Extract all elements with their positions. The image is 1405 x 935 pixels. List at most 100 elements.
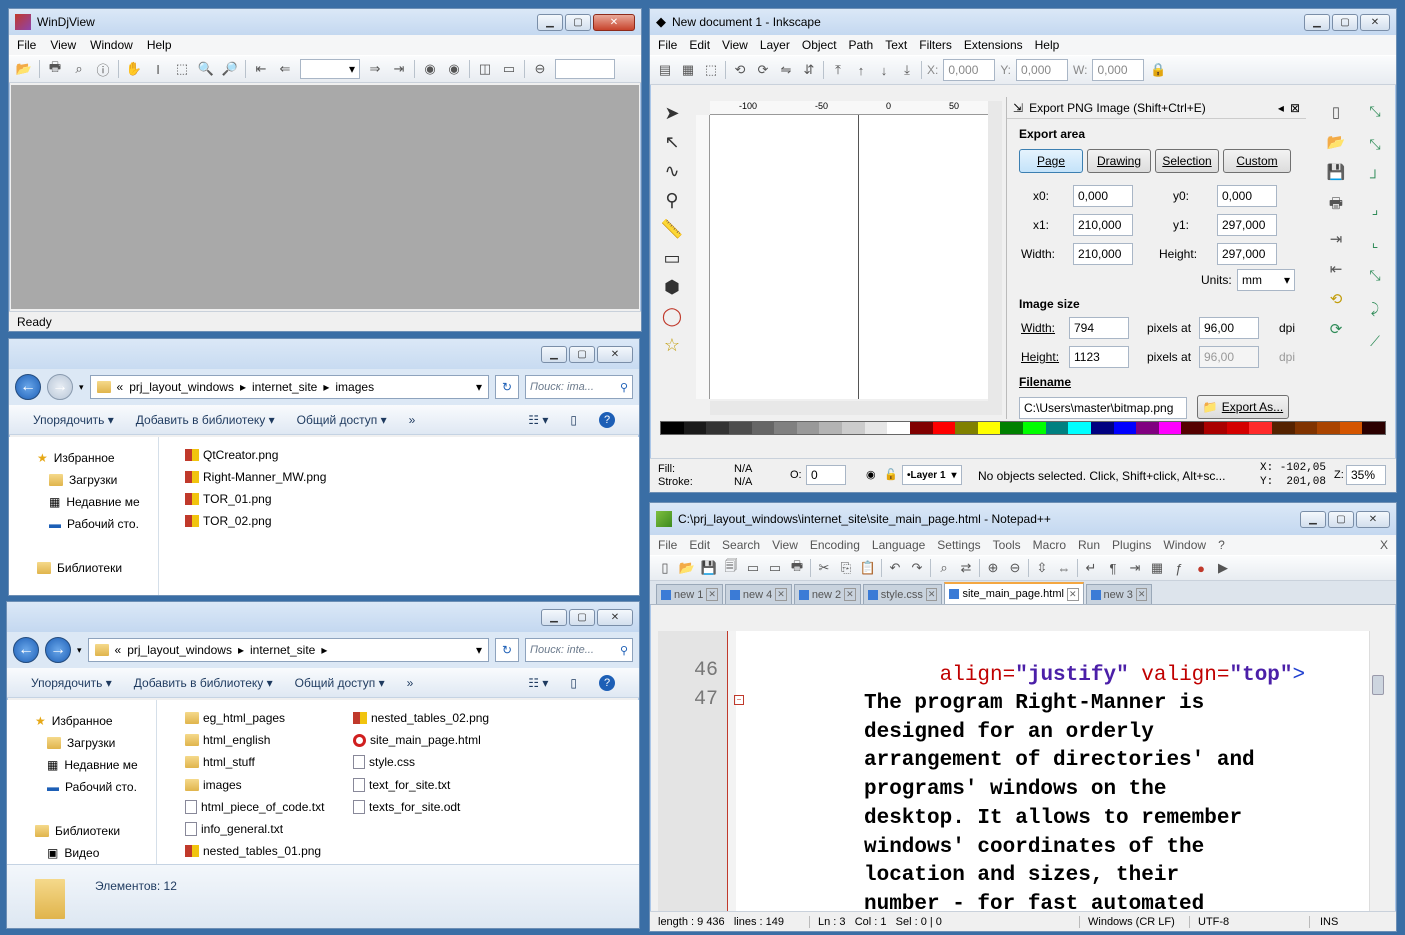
palette-swatch[interactable] bbox=[661, 422, 684, 434]
palette-swatch[interactable] bbox=[1317, 422, 1340, 434]
replace-icon[interactable]: ⇄ bbox=[957, 559, 975, 577]
file-item[interactable]: nested_tables_01.png bbox=[185, 841, 321, 861]
maximize-button[interactable]: ▢ bbox=[569, 608, 595, 626]
file-item[interactable]: html_piece_of_code.txt bbox=[185, 797, 324, 817]
dpi-input[interactable]: 96,00 bbox=[1199, 317, 1259, 339]
close-dialog-icon[interactable]: ⊠ bbox=[1290, 101, 1300, 115]
preview-pane-icon[interactable]: ▯ bbox=[570, 413, 577, 427]
record-macro-icon[interactable]: ● bbox=[1192, 559, 1210, 577]
nav-recent[interactable]: ▦ Недавние ме bbox=[9, 491, 158, 513]
tab-new-3[interactable]: new 3 ✕ bbox=[1085, 584, 1153, 604]
scrollbar-thumb[interactable] bbox=[1372, 675, 1384, 695]
prev-page-icon[interactable]: ⇐ bbox=[276, 60, 294, 78]
palette-swatch[interactable] bbox=[1249, 422, 1272, 434]
close-button[interactable]: ✕ bbox=[597, 608, 633, 626]
breadcrumb-item[interactable]: internet_site bbox=[252, 380, 317, 394]
visibility-icon[interactable]: ◉ bbox=[866, 468, 876, 481]
tab-close-icon[interactable]: ✕ bbox=[925, 588, 938, 601]
search-icon[interactable]: ⚲ bbox=[620, 381, 628, 394]
raise-icon[interactable]: ↑ bbox=[852, 61, 870, 79]
snap-nodes-icon[interactable]: ⤡ bbox=[1369, 267, 1380, 284]
palette-swatch[interactable] bbox=[751, 422, 775, 434]
sync-h-icon[interactable]: ⇔ bbox=[1055, 559, 1073, 577]
minimize-button[interactable]: ▁ bbox=[1300, 510, 1326, 528]
x1-input[interactable]: 210,000 bbox=[1073, 214, 1133, 236]
paste-icon[interactable]: 📋 bbox=[859, 559, 877, 577]
select-text-icon[interactable]: I bbox=[149, 60, 167, 78]
nav-desktop[interactable]: ▬ Рабочий сто. bbox=[9, 513, 158, 535]
more-commands-button[interactable]: » bbox=[407, 676, 414, 690]
code-text-block[interactable]: The program Right-Manner is designed for… bbox=[864, 690, 1255, 911]
zoom-input[interactable]: 35% bbox=[1346, 465, 1386, 485]
menu-extensions[interactable]: Extensions bbox=[964, 38, 1023, 52]
menu-tools[interactable]: Tools bbox=[993, 538, 1021, 552]
menu-filters[interactable]: Filters bbox=[919, 38, 952, 52]
sync-v-icon[interactable]: ⇳ bbox=[1033, 559, 1051, 577]
px-height-input[interactable]: 1123 bbox=[1069, 346, 1129, 368]
palette-swatch[interactable] bbox=[1023, 422, 1046, 434]
address-dropdown-icon[interactable]: ▾ bbox=[476, 380, 482, 394]
palette-swatch[interactable] bbox=[977, 422, 1001, 434]
new-file-icon[interactable]: ▯ bbox=[656, 559, 674, 577]
back-arrow-icon[interactable]: ← bbox=[15, 374, 41, 400]
snap-enable-icon[interactable]: ⤡ bbox=[1369, 103, 1380, 120]
new-doc-icon[interactable]: ▯ bbox=[1332, 103, 1340, 121]
raise-top-icon[interactable]: ⤒ bbox=[829, 61, 847, 79]
star-tool-icon[interactable]: ☆ bbox=[664, 335, 680, 356]
snap-midpoints-icon[interactable]: ⌞ bbox=[1372, 234, 1379, 251]
search-icon[interactable]: ⚲ bbox=[620, 644, 628, 657]
tab-new-4[interactable]: new 4 ✕ bbox=[724, 584, 792, 604]
undo-icon[interactable]: ⟲ bbox=[1330, 290, 1343, 308]
refresh-icon[interactable]: ↻ bbox=[495, 638, 519, 662]
page-button[interactable]: Page bbox=[1019, 149, 1083, 173]
maximize-button[interactable]: ▢ bbox=[569, 345, 595, 363]
palette-swatch[interactable] bbox=[932, 422, 956, 434]
tab-close-icon[interactable]: ✕ bbox=[706, 588, 718, 601]
3dbox-tool-icon[interactable]: ⬢ bbox=[664, 277, 680, 298]
tab-close-icon[interactable]: ✕ bbox=[775, 588, 787, 601]
tab-close-icon[interactable]: ✕ bbox=[1066, 587, 1079, 601]
menu-help[interactable]: Help bbox=[147, 38, 172, 52]
file-item[interactable]: style.css bbox=[353, 752, 415, 772]
deselect-icon[interactable]: ⬚ bbox=[702, 61, 720, 79]
filename-input[interactable]: C:\Users\master\bitmap.png bbox=[1019, 397, 1187, 419]
menu-search[interactable]: Search bbox=[722, 538, 760, 552]
history-dropdown-icon[interactable]: ▾ bbox=[79, 382, 84, 393]
menu-run[interactable]: Run bbox=[1078, 538, 1100, 552]
drawing-button[interactable]: Drawing bbox=[1087, 149, 1151, 173]
rect-tool-icon[interactable]: ▭ bbox=[663, 248, 680, 269]
file-item[interactable]: TOR_01.png bbox=[185, 489, 272, 509]
history-dropdown-icon[interactable]: ▾ bbox=[77, 645, 82, 656]
canvas-hscrollbar[interactable] bbox=[710, 401, 1002, 415]
menu-file[interactable]: File bbox=[658, 38, 677, 52]
folder-item[interactable]: images bbox=[185, 775, 242, 795]
add-to-library-button[interactable]: Добавить в библиотеку ▾ bbox=[134, 676, 273, 690]
close-all-icon[interactable]: ▭ bbox=[766, 559, 784, 577]
close-button[interactable]: ✕ bbox=[597, 345, 633, 363]
add-to-library-button[interactable]: Добавить в библиотеку ▾ bbox=[136, 413, 275, 427]
doc-map-icon[interactable]: ▦ bbox=[1148, 559, 1166, 577]
menu-view[interactable]: View bbox=[722, 38, 748, 52]
drawing-canvas[interactable] bbox=[710, 115, 988, 399]
tab-site-main-page-html[interactable]: site_main_page.html ✕ bbox=[944, 582, 1084, 604]
palette-swatch[interactable] bbox=[1068, 422, 1091, 434]
rotate-cw-icon[interactable]: ⟳ bbox=[754, 61, 772, 79]
opacity-input[interactable]: 0 bbox=[806, 465, 846, 485]
snap-bbox-icon[interactable]: ⤡ bbox=[1369, 136, 1380, 153]
redo-icon[interactable]: ↷ bbox=[908, 559, 926, 577]
first-page-icon[interactable]: ⇤ bbox=[252, 60, 270, 78]
nav-favorites[interactable]: ★ Избранное bbox=[7, 710, 156, 732]
next-page-icon[interactable]: ⇒ bbox=[366, 60, 384, 78]
more-commands-button[interactable]: » bbox=[409, 413, 416, 427]
palette-swatch[interactable] bbox=[1181, 422, 1204, 434]
word-wrap-icon[interactable]: ↵ bbox=[1082, 559, 1100, 577]
palette-swatch[interactable] bbox=[955, 422, 978, 434]
palette-swatch[interactable] bbox=[1158, 422, 1182, 434]
nav-favorites[interactable]: ★ Избранное bbox=[9, 447, 158, 469]
nav-downloads[interactable]: Загрузки bbox=[7, 732, 156, 754]
back-icon[interactable]: ◉ bbox=[421, 60, 439, 78]
dock-icon[interactable]: ◂ bbox=[1278, 101, 1284, 115]
share-button[interactable]: Общий доступ ▾ bbox=[295, 676, 385, 690]
undo-icon[interactable]: ↶ bbox=[886, 559, 904, 577]
palette-swatch[interactable] bbox=[1271, 422, 1295, 434]
